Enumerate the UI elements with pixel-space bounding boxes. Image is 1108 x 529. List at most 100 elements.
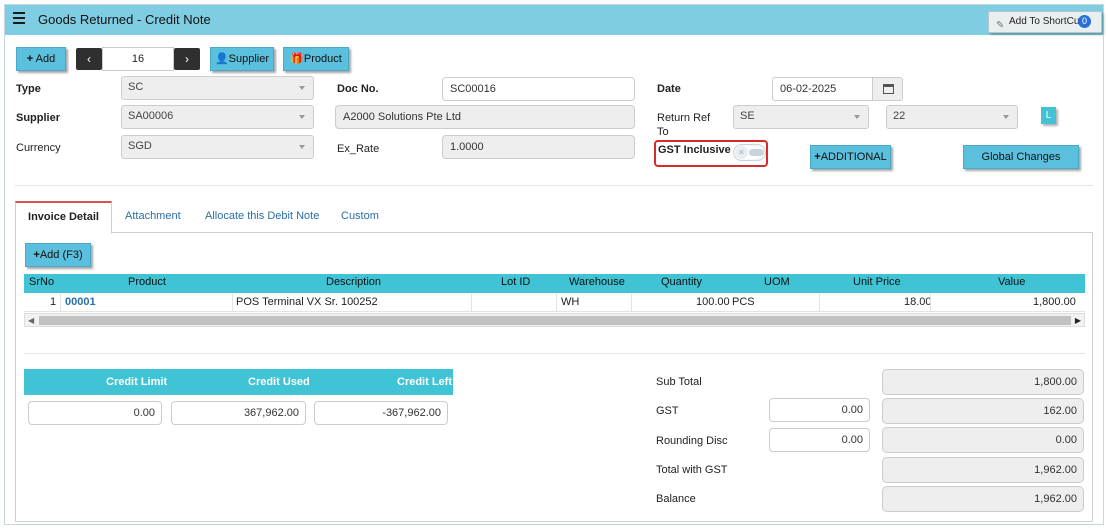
global-changes-button[interactable]: Global Changes xyxy=(963,145,1079,169)
cell-description: POS Terminal VX Sr. 100252 xyxy=(236,296,378,308)
column-header[interactable]: Lot ID xyxy=(501,276,530,288)
x-icon: ✕ xyxy=(735,146,748,159)
type-select[interactable]: SC xyxy=(121,76,314,100)
credit-summary-header: Credit Limit Credit Used Credit Left xyxy=(24,369,453,395)
product-button[interactable]: 🎁Product xyxy=(283,47,349,71)
return-ref-type-select[interactable]: SE xyxy=(733,105,869,129)
add-button[interactable]: + Add xyxy=(16,47,66,71)
add-line-label: Add (F3) xyxy=(39,249,83,261)
cell-value: 1,800.00 xyxy=(1033,296,1076,308)
total-with-gst-label: Total with GST xyxy=(656,464,728,476)
tab-attachment[interactable]: Attachment xyxy=(125,210,181,222)
cell-quantity: 100.00 xyxy=(696,296,730,308)
record-number-input[interactable]: 16 xyxy=(102,47,174,71)
column-divider xyxy=(60,293,61,312)
pencil-icon: ✎ xyxy=(996,20,1005,31)
date-input[interactable]: 06-02-2025 xyxy=(772,77,873,101)
additional-button-label: ADDITIONAL xyxy=(820,151,887,163)
credit-left-field: -367,962.00 xyxy=(314,401,448,425)
previous-record-button[interactable]: ‹ xyxy=(76,48,102,70)
supplier-name-field: A2000 Solutions Pte Ltd xyxy=(335,105,635,129)
gift-icon: 🎁 xyxy=(290,53,304,65)
ex-rate-field: 1.0000 xyxy=(442,135,635,159)
total-with-gst-field: 1,962.00 xyxy=(882,457,1084,483)
column-header[interactable]: Quantity xyxy=(661,276,702,288)
supplier-select[interactable]: SA00006 xyxy=(121,105,314,129)
title-bar: Goods Returned - Credit Note ✎ Add To Sh… xyxy=(5,5,1103,35)
currency-select[interactable]: SGD xyxy=(121,135,314,159)
balance-label: Balance xyxy=(656,493,696,505)
caret-down-icon xyxy=(854,115,860,119)
caret-down-icon xyxy=(1003,115,1009,119)
calendar-icon xyxy=(883,84,894,94)
section-divider xyxy=(15,185,1093,186)
gst-inclusive-toggle[interactable]: ✕ xyxy=(733,144,766,161)
plus-icon: + xyxy=(26,53,34,65)
return-ref-number-value: 22 xyxy=(893,110,906,122)
currency-label: Currency xyxy=(16,142,61,154)
l-button[interactable]: L xyxy=(1041,107,1056,124)
credit-used-field: 367,962.00 xyxy=(171,401,306,425)
column-header[interactable]: Description xyxy=(326,276,381,288)
supplier-button-label: Supplier xyxy=(228,53,270,65)
doc-no-label: Doc No. xyxy=(337,83,379,95)
balance-field: 1,962.00 xyxy=(882,486,1084,512)
column-divider xyxy=(232,293,233,312)
return-ref-number-select[interactable]: 22 xyxy=(886,105,1018,129)
column-header[interactable]: Product xyxy=(128,276,166,288)
table-row[interactable]: 1 00001 POS Terminal VX Sr. 100252 WH 10… xyxy=(24,293,1085,312)
rounding-disc-input[interactable]: 0.00 xyxy=(769,428,870,452)
cell-srno: 1 xyxy=(50,296,57,308)
currency-value: SGD xyxy=(128,140,152,152)
page-title: Goods Returned - Credit Note xyxy=(38,12,211,27)
add-to-shortcut-button[interactable]: ✎ Add To ShortCut 0 xyxy=(988,11,1102,33)
column-header[interactable]: Unit Price xyxy=(853,276,901,288)
shortcut-label: Add To ShortCut xyxy=(1009,16,1083,27)
date-label: Date xyxy=(657,83,681,95)
tab-custom[interactable]: Custom xyxy=(341,210,379,222)
credit-used-label: Credit Used xyxy=(248,376,310,388)
shortcut-count-badge: 0 xyxy=(1078,15,1091,28)
calendar-button[interactable] xyxy=(872,77,903,101)
credit-limit-field: 0.00 xyxy=(28,401,162,425)
hamburger-menu-icon[interactable] xyxy=(13,12,27,26)
tab-invoice-detail[interactable]: Invoice Detail xyxy=(15,201,112,234)
section-divider xyxy=(24,353,1085,354)
cell-uom: PCS xyxy=(732,296,755,308)
tab-allocate-debit-note[interactable]: Allocate this Debit Note xyxy=(205,210,319,222)
grid-header: SrNo Product Description Lot ID Warehous… xyxy=(24,274,1085,293)
chevron-right-icon: › xyxy=(185,52,189,66)
ex-rate-label: Ex_Rate xyxy=(337,143,380,155)
column-header[interactable]: UOM xyxy=(764,276,790,288)
column-header[interactable]: Warehouse xyxy=(569,276,625,288)
supplier-button[interactable]: 👤Supplier xyxy=(210,47,274,71)
column-divider xyxy=(819,293,820,312)
grid-horizontal-scrollbar[interactable]: ◀ ▶ xyxy=(24,313,1085,327)
scroll-right-icon[interactable]: ▶ xyxy=(1075,316,1081,325)
supplier-value: SA00006 xyxy=(128,110,174,122)
caret-down-icon xyxy=(299,115,305,119)
gst-input[interactable]: 0.00 xyxy=(769,398,870,422)
add-button-label: Add xyxy=(35,53,56,65)
cell-product-link[interactable]: 00001 xyxy=(65,296,96,308)
scrollbar-thumb[interactable] xyxy=(39,316,1071,325)
add-line-button[interactable]: +Add (F3) xyxy=(25,243,91,267)
column-header[interactable]: Value xyxy=(998,276,1025,288)
scroll-left-icon[interactable]: ◀ xyxy=(28,316,34,325)
rounding-disc-label: Rounding Disc xyxy=(656,435,728,447)
additional-button[interactable]: +ADDITIONAL xyxy=(810,145,891,169)
sub-total-label: Sub Total xyxy=(656,376,702,388)
toggle-track xyxy=(749,149,764,156)
caret-down-icon xyxy=(299,145,305,149)
doc-no-input[interactable]: SC00016 xyxy=(442,77,635,101)
column-divider xyxy=(556,293,557,312)
return-ref-type-value: SE xyxy=(740,110,755,122)
product-button-label: Product xyxy=(303,53,342,65)
column-header[interactable]: SrNo xyxy=(29,276,54,288)
supplier-label: Supplier xyxy=(16,112,61,124)
type-label: Type xyxy=(16,83,41,95)
type-value: SC xyxy=(128,81,144,93)
rounding-disc-field: 0.00 xyxy=(882,427,1084,453)
column-divider xyxy=(930,293,931,312)
next-record-button[interactable]: › xyxy=(174,48,200,70)
